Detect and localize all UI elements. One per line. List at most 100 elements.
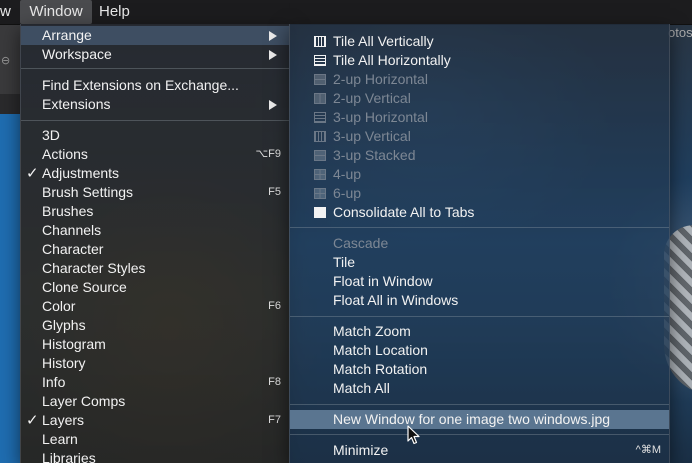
arrange-item-3-up-vertical: 3-up Vertical xyxy=(290,127,669,146)
keyboard-shortcut: ⌥F9 xyxy=(255,148,281,160)
tile-vertical-icon xyxy=(314,36,326,47)
window-menu-item-glyphs[interactable]: Glyphs xyxy=(21,316,289,335)
arrange-item-label: Tile xyxy=(333,254,356,270)
window-menu-item-brushes[interactable]: Brushes xyxy=(21,202,289,221)
window-menu-item-histogram[interactable]: Histogram xyxy=(21,335,289,354)
window-menu-item-layer-comps[interactable]: Layer Comps xyxy=(21,392,289,411)
arrange-item-4-up: 4-up xyxy=(290,165,669,184)
two-up-vertical-icon xyxy=(314,93,326,104)
arrange-item-minimize[interactable]: Minimize ^⌘M xyxy=(290,441,669,460)
arrange-item-label: 3-up Horizontal xyxy=(333,109,428,125)
arrange-item-3-up-stacked: 3-up Stacked xyxy=(290,146,669,165)
window-menu-item-clone-source[interactable]: Clone Source xyxy=(21,278,289,297)
window-menu-item-libraries[interactable]: Libraries xyxy=(21,449,289,463)
menu-separator xyxy=(21,68,289,69)
window-menu-item-label: Color xyxy=(42,298,76,314)
window-menu-item-label: Layer Comps xyxy=(42,393,126,409)
menubar-view[interactable]: w xyxy=(0,0,14,24)
window-menu-item-character-styles[interactable]: Character Styles xyxy=(21,259,289,278)
arrange-item-label: Cascade xyxy=(333,235,389,251)
arrange-item-consolidate-all-to-tabs[interactable]: Consolidate All to Tabs xyxy=(290,203,669,222)
keyboard-shortcut: F6 xyxy=(268,300,281,312)
window-menu-item-label: Workspace xyxy=(42,46,112,62)
arrange-item-6-up: 6-up xyxy=(290,184,669,203)
four-up-icon xyxy=(314,169,326,180)
window-menu-item-history[interactable]: History xyxy=(21,354,289,373)
menubar-window[interactable]: Window xyxy=(20,0,92,24)
arrange-item-match-rotation[interactable]: Match Rotation xyxy=(290,360,669,379)
window-menu-item-label: Histogram xyxy=(42,336,106,352)
mouse-cursor-icon xyxy=(407,425,420,445)
window-menu-item-layers[interactable]: ✓ Layers F7 xyxy=(21,411,289,430)
window-menu-item-label: 3D xyxy=(42,127,60,143)
window-menu-item-label: Find Extensions on Exchange... xyxy=(42,77,239,93)
arrange-item-new-window-for-one-image-two-windows-jpg[interactable]: New Window for one image two windows.jpg xyxy=(290,410,669,429)
app-menubar: w Window Help xyxy=(0,0,692,25)
menubar-help[interactable]: Help xyxy=(99,0,130,24)
window-menu-item-label: Actions xyxy=(42,146,88,162)
six-up-icon xyxy=(314,188,326,199)
menu-separator xyxy=(290,434,669,435)
window-menu-item-3d[interactable]: 3D xyxy=(21,126,289,145)
window-menu-item-actions[interactable]: Actions ⌥F9 xyxy=(21,145,289,164)
tile-horizontal-icon xyxy=(314,55,326,66)
window-menu-item-label: Clone Source xyxy=(42,279,127,295)
menu-separator xyxy=(290,227,669,228)
arrange-item-label: Match Location xyxy=(333,342,428,358)
window-menu-item-learn[interactable]: Learn xyxy=(21,430,289,449)
window-menu-item-label: Adjustments xyxy=(42,165,120,181)
menu-separator xyxy=(290,404,669,405)
menu-separator xyxy=(21,120,289,121)
arrange-item-tile[interactable]: Tile xyxy=(290,253,669,272)
document-tab-fragment[interactable]: otos xyxy=(668,25,692,45)
desktop-background: ⊖ otos w Window Help Arrange Workspace Fin… xyxy=(0,0,692,463)
keyboard-shortcut: F8 xyxy=(268,376,281,388)
arrange-item-label: 3-up Stacked xyxy=(333,147,416,163)
window-menu-item-character[interactable]: Character xyxy=(21,240,289,259)
checkmark-icon: ✓ xyxy=(26,412,39,429)
arrange-item-label: 2-up Horizontal xyxy=(333,71,428,87)
window-menu-item-brush-settings[interactable]: Brush Settings F5 xyxy=(21,183,289,202)
arrange-item-label: Match All xyxy=(333,380,390,396)
arrange-item-match-zoom[interactable]: Match Zoom xyxy=(290,322,669,341)
window-menu-item-label: Glyphs xyxy=(42,317,86,333)
three-up-stacked-icon xyxy=(314,150,326,161)
arrange-item-label: Tile All Horizontally xyxy=(333,52,451,68)
arrange-item-match-all[interactable]: Match All xyxy=(290,379,669,398)
window-menu-item-arrange[interactable]: Arrange xyxy=(21,26,289,45)
app-left-edge: ⊖ xyxy=(0,24,20,463)
arrange-item-label: New Window for one image two windows.jpg xyxy=(333,411,611,427)
window-menu-item-info[interactable]: Info F8 xyxy=(21,373,289,392)
arrange-item-label: 6-up xyxy=(333,185,362,201)
arrange-item-label: 4-up xyxy=(333,166,362,182)
arrange-item-label: Float in Window xyxy=(333,273,433,289)
arrange-item-label: Consolidate All to Tabs xyxy=(333,204,475,220)
window-menu-item-workspace[interactable]: Workspace xyxy=(21,45,289,64)
arrange-item-tile-all-horizontally[interactable]: Tile All Horizontally xyxy=(290,51,669,70)
keyboard-shortcut: ^⌘M xyxy=(635,444,661,456)
arrange-item-2-up-vertical: 2-up Vertical xyxy=(290,89,669,108)
window-menu-item-adjustments[interactable]: ✓ Adjustments xyxy=(21,164,289,183)
arrange-item-label: Match Rotation xyxy=(333,361,428,377)
window-menu-item-channels[interactable]: Channels xyxy=(21,221,289,240)
arrange-item-label: 3-up Vertical xyxy=(333,128,411,144)
window-menu-item-find-extensions-on-exchange[interactable]: Find Extensions on Exchange... xyxy=(21,76,289,95)
window-menu-item-extensions[interactable]: Extensions xyxy=(21,95,289,114)
window-menu: Arrange Workspace Find Extensions on Excha… xyxy=(20,24,290,463)
arrange-item-label: Tile All Vertically xyxy=(333,33,434,49)
window-menu-item-label: Extensions xyxy=(42,96,111,112)
submenu-arrow-icon xyxy=(269,31,277,41)
three-up-vertical-icon xyxy=(314,131,326,142)
arrange-item-tile-all-vertically[interactable]: Tile All Vertically xyxy=(290,32,669,51)
arrange-item-label: 2-up Vertical xyxy=(333,90,411,106)
window-menu-item-label: Info xyxy=(42,374,66,390)
arrange-submenu: Tile All Vertically Tile All Horizontally… xyxy=(289,24,670,463)
window-menu-item-label: Brushes xyxy=(42,203,94,219)
window-menu-item-label: Character xyxy=(42,241,104,257)
three-up-horizontal-icon xyxy=(314,112,326,123)
document-canvas-edge xyxy=(0,114,20,463)
arrange-item-float-all-in-windows[interactable]: Float All in Windows xyxy=(290,291,669,310)
window-menu-item-color[interactable]: Color F6 xyxy=(21,297,289,316)
arrange-item-match-location[interactable]: Match Location xyxy=(290,341,669,360)
arrange-item-float-in-window[interactable]: Float in Window xyxy=(290,272,669,291)
